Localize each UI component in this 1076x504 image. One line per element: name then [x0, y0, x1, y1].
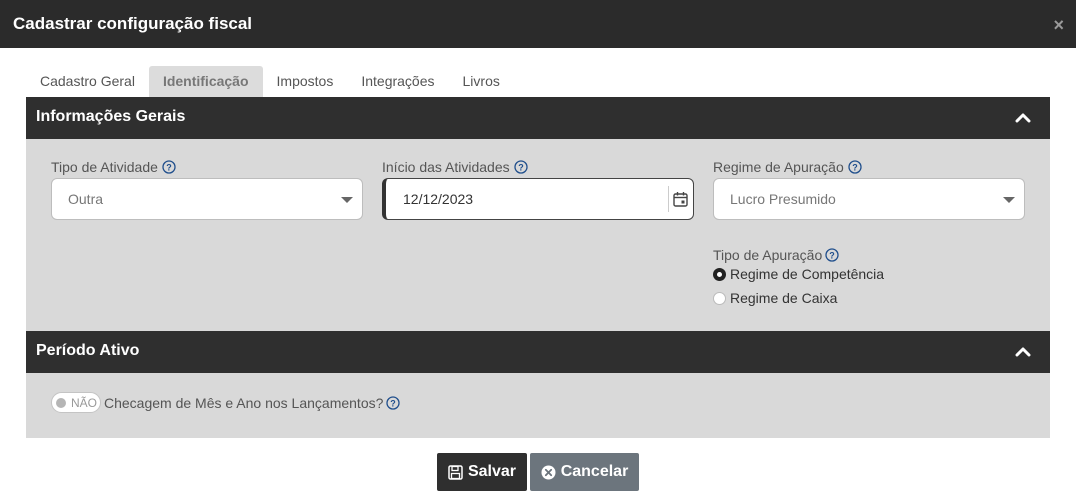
inicio-atividades-date-input[interactable]: 12/12/2023	[382, 178, 694, 220]
inicio-atividades-value: 12/12/2023	[403, 191, 474, 207]
tipo-atividade-label: Tipo de Atividade ?	[51, 159, 176, 175]
checagem-label: Checagem de Mês e Ano nos Lançamentos? ?	[104, 395, 401, 411]
help-icon[interactable]: ?	[825, 248, 839, 262]
modal-header: Cadastrar configuração fiscal ×	[0, 0, 1076, 48]
tab-bar: Cadastro Geral Identificação Impostos In…	[26, 66, 514, 97]
inicio-atividades-label-text: Início das Atividades	[382, 159, 510, 175]
tipo-atividade-label-text: Tipo de Atividade	[51, 159, 158, 175]
help-icon[interactable]: ?	[162, 160, 176, 174]
toggle-knob	[56, 398, 66, 408]
regime-apuracao-select[interactable]: Lucro Presumido	[713, 178, 1025, 220]
tab-impostos[interactable]: Impostos	[263, 66, 348, 97]
cancel-button[interactable]: Cancelar	[530, 453, 639, 491]
section-header-periodo-ativo: Período Ativo	[26, 331, 1050, 373]
help-icon[interactable]: ?	[513, 160, 528, 174]
regime-apuracao-value: Lucro Presumido	[730, 191, 836, 207]
tipo-apuracao-label-text: Tipo de Apuração	[713, 247, 823, 263]
tipo-atividade-value: Outra	[68, 191, 104, 207]
svg-text:?: ?	[391, 399, 397, 409]
section-body-periodo-ativo: NÃO Checagem de Mês e Ano nos Lançamento…	[26, 373, 1050, 438]
tab-livros[interactable]: Livros	[449, 66, 514, 97]
caret-down-icon	[341, 197, 353, 203]
radio-label: Regime de Competência	[730, 266, 885, 282]
section-header-informacoes-gerais: Informações Gerais	[26, 97, 1050, 139]
help-icon[interactable]: ?	[386, 396, 401, 410]
tab-identificacao[interactable]: Identificação	[148, 66, 263, 97]
section-title: Informações Gerais	[36, 108, 186, 125]
radio-checked-icon[interactable]	[713, 267, 726, 281]
section-body-informacoes-gerais: Tipo de Atividade ? Outra Início das Ati…	[26, 139, 1050, 331]
close-icon[interactable]: ×	[1053, 16, 1064, 34]
cancel-circle-icon	[541, 465, 556, 479]
fiscal-config-modal: Cadastrar configuração fiscal × Cadastro…	[0, 0, 1076, 504]
svg-text:?: ?	[518, 163, 524, 173]
checagem-label-text: Checagem de Mês e Ano nos Lançamentos?	[104, 395, 384, 411]
calendar-icon[interactable]	[673, 191, 688, 207]
cancel-label: Cancelar	[560, 463, 629, 480]
save-icon	[448, 464, 463, 480]
chevron-up-icon[interactable]	[1014, 109, 1032, 127]
tab-cadastro-geral[interactable]: Cadastro Geral	[26, 66, 149, 97]
inicio-atividades-label: Início das Atividades ?	[382, 159, 528, 175]
tipo-apuracao-label: Tipo de Apuração ?	[713, 247, 839, 263]
radio-label: Regime de Caixa	[730, 290, 838, 306]
checagem-toggle[interactable]: NÃO	[51, 392, 101, 413]
save-label: Salvar	[467, 463, 517, 480]
help-icon[interactable]: ?	[848, 160, 862, 174]
radio-regime-caixa[interactable]: Regime de Caixa	[713, 290, 837, 306]
modal-title: Cadastrar configuração fiscal	[13, 14, 253, 33]
tipo-atividade-select[interactable]: Outra	[51, 178, 363, 220]
regime-apuracao-label: Regime de Apuração ?	[713, 159, 862, 175]
svg-text:?: ?	[166, 163, 172, 173]
toggle-state-text: NÃO	[71, 396, 98, 410]
chevron-up-icon[interactable]	[1014, 343, 1032, 361]
regime-apuracao-label-text: Regime de Apuração	[713, 159, 844, 175]
svg-text:?: ?	[829, 251, 835, 261]
radio-unchecked-icon[interactable]	[713, 291, 726, 305]
caret-down-icon	[1003, 197, 1015, 203]
radio-regime-competencia[interactable]: Regime de Competência	[713, 266, 884, 282]
tab-integracoes[interactable]: Integrações	[347, 66, 448, 97]
date-divider	[668, 186, 669, 212]
section-title: Período Ativo	[36, 342, 140, 359]
save-button[interactable]: Salvar	[437, 453, 527, 491]
svg-text:?: ?	[852, 163, 858, 173]
